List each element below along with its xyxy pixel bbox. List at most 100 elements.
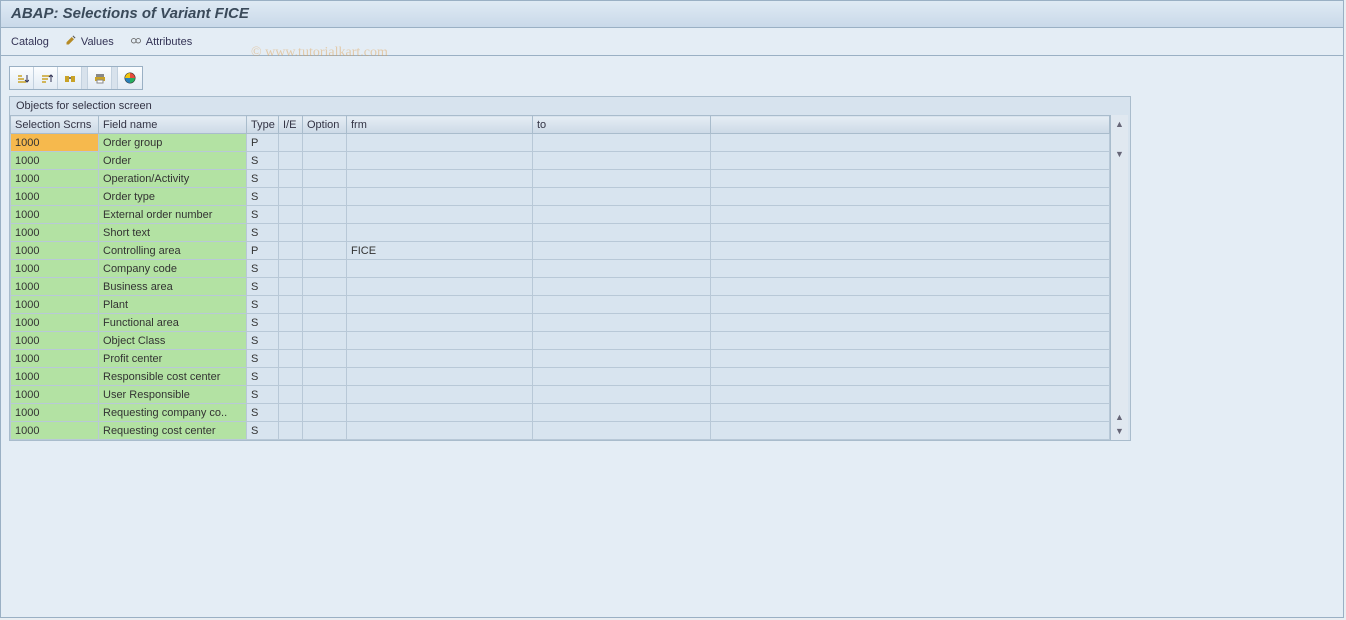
cell-type[interactable]: S (247, 404, 279, 422)
vertical-scrollbar[interactable]: ▲ ▼ ▲ ▼ (1110, 115, 1128, 440)
table-row[interactable]: 1000Controlling areaPFICE (11, 242, 1110, 260)
cell-ie[interactable] (279, 422, 303, 440)
cell-frm[interactable] (347, 134, 533, 152)
col-selection-scrns[interactable]: Selection Scrns (11, 116, 99, 134)
cell-option[interactable] (303, 242, 347, 260)
cell-type[interactable]: S (247, 260, 279, 278)
table-row[interactable]: 1000Functional areaS (11, 314, 1110, 332)
cell-to[interactable] (533, 386, 711, 404)
cell-ie[interactable] (279, 404, 303, 422)
cell-frm[interactable] (347, 188, 533, 206)
cell-frm[interactable] (347, 368, 533, 386)
cell-option[interactable] (303, 332, 347, 350)
table-row[interactable]: 1000Business areaS (11, 278, 1110, 296)
cell-field-name[interactable]: Object Class (99, 332, 247, 350)
table-row[interactable]: 1000Order typeS (11, 188, 1110, 206)
print-button[interactable] (88, 67, 112, 89)
cell-scrn[interactable]: 1000 (11, 350, 99, 368)
table-row[interactable]: 1000Requesting company co..S (11, 404, 1110, 422)
sort-asc-button[interactable] (10, 67, 34, 89)
table-row[interactable]: 1000Company codeS (11, 260, 1110, 278)
cell-type[interactable]: P (247, 242, 279, 260)
cell-frm[interactable] (347, 206, 533, 224)
cell-frm[interactable] (347, 386, 533, 404)
cell-option[interactable] (303, 206, 347, 224)
cell-field-name[interactable]: Operation/Activity (99, 170, 247, 188)
cell-scrn[interactable]: 1000 (11, 332, 99, 350)
cell-to[interactable] (533, 152, 711, 170)
cell-scrn[interactable]: 1000 (11, 134, 99, 152)
cell-ie[interactable] (279, 170, 303, 188)
cell-type[interactable]: S (247, 278, 279, 296)
cell-frm[interactable] (347, 404, 533, 422)
cell-type[interactable]: S (247, 368, 279, 386)
col-type[interactable]: Type (247, 116, 279, 134)
values-button[interactable]: Values (65, 34, 114, 49)
cell-to[interactable] (533, 350, 711, 368)
cell-frm[interactable] (347, 332, 533, 350)
cell-field-name[interactable]: Responsible cost center (99, 368, 247, 386)
cell-frm[interactable] (347, 152, 533, 170)
cell-field-name[interactable]: Requesting company co.. (99, 404, 247, 422)
table-row[interactable]: 1000PlantS (11, 296, 1110, 314)
cell-scrn[interactable]: 1000 (11, 296, 99, 314)
scroll-down2-icon[interactable]: ▼ (1111, 424, 1128, 438)
table-row[interactable]: 1000Requesting cost centerS (11, 422, 1110, 440)
cell-option[interactable] (303, 422, 347, 440)
cell-ie[interactable] (279, 224, 303, 242)
cell-field-name[interactable]: Order (99, 152, 247, 170)
cell-scrn[interactable]: 1000 (11, 278, 99, 296)
cell-option[interactable] (303, 260, 347, 278)
table-row[interactable]: 1000Operation/ActivityS (11, 170, 1110, 188)
cell-to[interactable] (533, 332, 711, 350)
cell-ie[interactable] (279, 242, 303, 260)
cell-type[interactable]: S (247, 386, 279, 404)
cell-scrn[interactable]: 1000 (11, 152, 99, 170)
cell-field-name[interactable]: Order group (99, 134, 247, 152)
cell-field-name[interactable]: Business area (99, 278, 247, 296)
cell-frm[interactable] (347, 170, 533, 188)
layout-button[interactable] (118, 67, 142, 89)
cell-option[interactable] (303, 278, 347, 296)
cell-frm[interactable] (347, 350, 533, 368)
cell-option[interactable] (303, 170, 347, 188)
cell-field-name[interactable]: Company code (99, 260, 247, 278)
cell-frm[interactable] (347, 224, 533, 242)
cell-to[interactable] (533, 404, 711, 422)
cell-field-name[interactable]: Functional area (99, 314, 247, 332)
cell-option[interactable] (303, 350, 347, 368)
cell-type[interactable]: S (247, 152, 279, 170)
table-row[interactable]: 1000OrderS (11, 152, 1110, 170)
cell-to[interactable] (533, 314, 711, 332)
cell-type[interactable]: S (247, 170, 279, 188)
cell-option[interactable] (303, 224, 347, 242)
cell-type[interactable]: S (247, 224, 279, 242)
cell-option[interactable] (303, 386, 347, 404)
cell-scrn[interactable]: 1000 (11, 188, 99, 206)
cell-to[interactable] (533, 296, 711, 314)
table-row[interactable]: 1000Responsible cost centerS (11, 368, 1110, 386)
cell-type[interactable]: S (247, 188, 279, 206)
attributes-button[interactable]: Attributes (130, 34, 192, 49)
cell-field-name[interactable]: Order type (99, 188, 247, 206)
find-button[interactable] (58, 67, 82, 89)
col-ie[interactable]: I/E (279, 116, 303, 134)
col-to[interactable]: to (533, 116, 711, 134)
cell-option[interactable] (303, 404, 347, 422)
cell-field-name[interactable]: Requesting cost center (99, 422, 247, 440)
cell-scrn[interactable]: 1000 (11, 404, 99, 422)
table-row[interactable]: 1000Profit centerS (11, 350, 1110, 368)
col-field-name[interactable]: Field name (99, 116, 247, 134)
cell-option[interactable] (303, 368, 347, 386)
table-row[interactable]: 1000User ResponsibleS (11, 386, 1110, 404)
cell-frm[interactable] (347, 278, 533, 296)
cell-frm[interactable] (347, 260, 533, 278)
cell-ie[interactable] (279, 368, 303, 386)
cell-ie[interactable] (279, 188, 303, 206)
cell-type[interactable]: S (247, 314, 279, 332)
cell-to[interactable] (533, 224, 711, 242)
cell-type[interactable]: S (247, 422, 279, 440)
cell-to[interactable] (533, 134, 711, 152)
cell-option[interactable] (303, 152, 347, 170)
cell-field-name[interactable]: User Responsible (99, 386, 247, 404)
